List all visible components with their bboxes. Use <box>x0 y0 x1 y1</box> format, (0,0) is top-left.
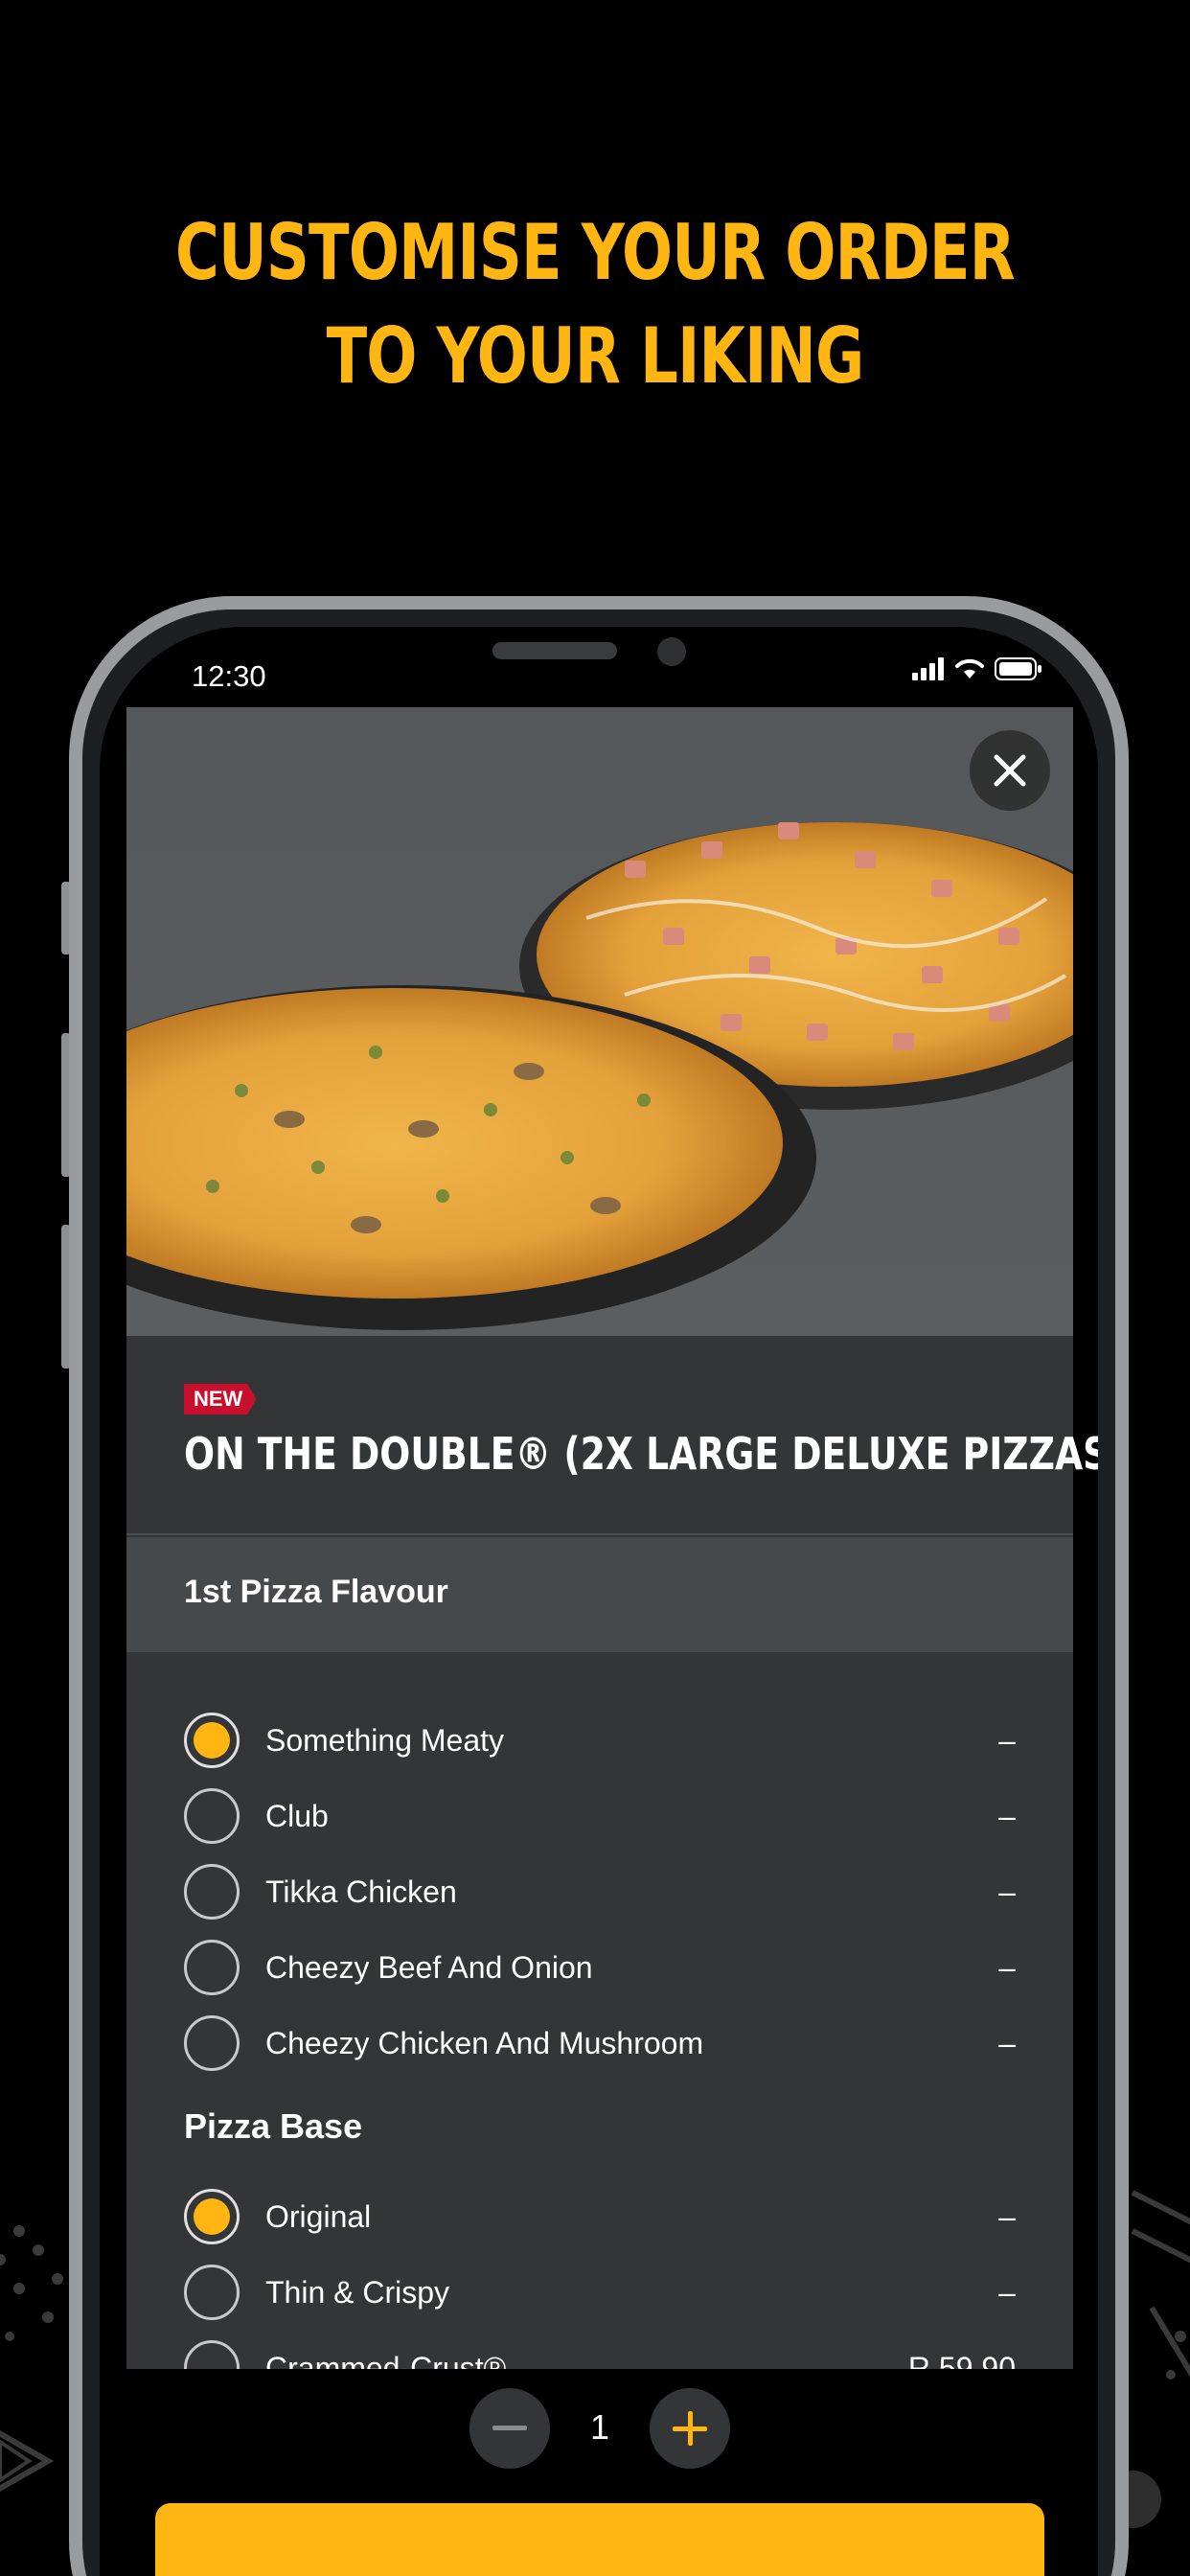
phone-frame: 12:30 NEW ON THE DOUBLE® (2X LARGE DELUX… <box>69 596 1129 2576</box>
battery-icon <box>995 657 1041 680</box>
option-label: Thin & Crispy <box>265 2274 450 2310</box>
close-icon <box>994 754 1026 787</box>
wifi-icon <box>955 658 984 678</box>
radio-button[interactable] <box>184 1940 240 1995</box>
option-label: Cheezy Chicken And Mushroom <box>265 2025 704 2060</box>
option-price: – <box>998 2274 1016 2310</box>
radio-button[interactable] <box>184 1788 240 1844</box>
minus-icon <box>492 2426 527 2430</box>
radio-button-selected[interactable] <box>184 2189 240 2244</box>
increase-quantity-button[interactable] <box>650 2388 730 2469</box>
phone-screen: 12:30 NEW ON THE DOUBLE® (2X LARGE DELUX… <box>100 627 1098 2576</box>
camera-icon <box>657 637 686 666</box>
option-label: Original <box>265 2198 372 2234</box>
speaker-grille <box>492 642 617 659</box>
base-option[interactable]: Thin & Crispy – <box>184 2262 1016 2323</box>
option-price: – <box>998 1949 1016 1985</box>
section-label: 1st Pizza Flavour <box>184 1574 448 1610</box>
base-option[interactable]: Original – <box>184 2186 1016 2247</box>
option-label: Club <box>265 1798 329 1833</box>
flavour-option[interactable]: Tikka Chicken – <box>184 1861 1016 1922</box>
flavour-option[interactable]: Cheezy Chicken And Mushroom – <box>184 2012 1016 2074</box>
pizza-image <box>126 822 1073 1330</box>
radio-button[interactable] <box>184 1864 240 1920</box>
status-icons <box>912 657 1042 680</box>
option-label: Something Meaty <box>265 1722 505 1758</box>
radio-button-selected[interactable] <box>184 1713 240 1768</box>
add-to-order-button[interactable] <box>155 2503 1044 2576</box>
promo-headline: CUSTOMISE YOUR ORDER TO YOUR LIKING <box>131 201 1060 408</box>
option-price: – <box>998 1874 1016 1909</box>
option-label: Tikka Chicken <box>265 1874 457 1909</box>
option-price: – <box>998 1722 1016 1758</box>
radio-button[interactable] <box>184 2015 240 2071</box>
section-header-flavour: 1st Pizza Flavour <box>126 1537 1073 1652</box>
option-price: – <box>998 2198 1016 2234</box>
signal-icon <box>912 657 944 680</box>
flavour-option[interactable]: Cheezy Beef And Onion – <box>184 1937 1016 1998</box>
product-header: NEW ON THE DOUBLE® (2X LARGE DELUXE PIZZ… <box>126 1336 1098 1535</box>
quantity-bar: 1 <box>126 2369 1073 2576</box>
radio-button[interactable] <box>184 2265 240 2320</box>
flavour-option[interactable]: Something Meaty – <box>184 1710 1016 1771</box>
headline-line-1: CUSTOMISE YOUR ORDER <box>174 208 1016 297</box>
headline-line-2: TO YOUR LIKING <box>326 311 865 401</box>
product-title: ON THE DOUBLE® (2X LARGE DELUXE PIZZAS) <box>184 1428 1098 1480</box>
option-price: – <box>998 2025 1016 2060</box>
product-sheet: NEW ON THE DOUBLE® (2X LARGE DELUXE PIZZ… <box>126 707 1098 2576</box>
close-button[interactable] <box>970 730 1050 811</box>
product-hero-image <box>126 707 1073 1336</box>
new-badge: NEW <box>184 1384 257 1414</box>
option-price: – <box>998 1798 1016 1833</box>
plus-icon <box>673 2411 707 2446</box>
section-label-base: Pizza Base <box>184 2106 363 2146</box>
quantity-value: 1 <box>589 2407 610 2447</box>
status-time: 12:30 <box>192 659 266 693</box>
decrease-quantity-button[interactable] <box>469 2388 550 2469</box>
flavour-option[interactable]: Club – <box>184 1785 1016 1847</box>
option-label: Cheezy Beef And Onion <box>265 1949 593 1985</box>
phone-notch <box>347 627 851 696</box>
